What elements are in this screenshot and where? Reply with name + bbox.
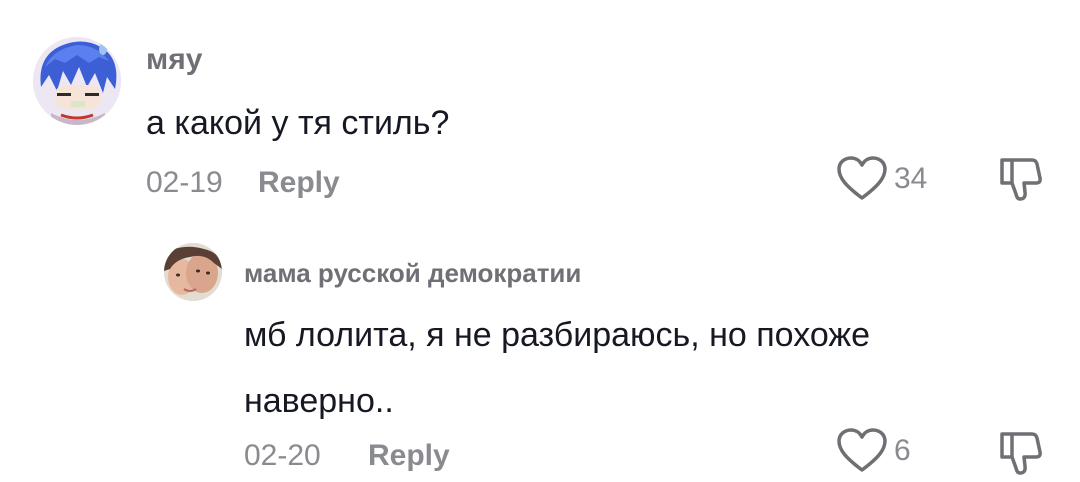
avatar[interactable] [33, 37, 121, 125]
reply-comment: мама русской демократии мб лолита, я не … [0, 220, 1080, 482]
thumbs-down-icon [1000, 432, 1042, 475]
thumbs-down-icon [1000, 158, 1042, 201]
avatar[interactable] [164, 243, 222, 301]
comment: мяу а какой у тя стиль? 02-19 Reply 34 [0, 0, 1080, 220]
like-count: 6 [894, 434, 911, 467]
comment-text: мб лолита, я не разбираюсь, но похоже на… [244, 316, 871, 420]
comment-username[interactable]: мама русской демократии [244, 258, 581, 289]
avatar-anime-icon [33, 37, 121, 125]
comment-date: 02-20 [244, 439, 321, 472]
like-count: 34 [894, 162, 928, 195]
heart-icon [837, 428, 887, 472]
comment-text: а какой у тя стиль? [146, 104, 450, 142]
heart-icon [837, 156, 887, 200]
reply-button[interactable]: Reply [258, 166, 340, 200]
reply-button[interactable]: Reply [368, 439, 450, 473]
avatar-photo-icon [164, 243, 222, 301]
comment-username[interactable]: мяу [146, 43, 202, 77]
dislike-button[interactable] [996, 430, 1044, 476]
like-button[interactable] [836, 428, 888, 474]
like-button[interactable] [836, 156, 888, 202]
dislike-button[interactable] [996, 156, 1044, 202]
comment-date: 02-19 [146, 166, 223, 199]
